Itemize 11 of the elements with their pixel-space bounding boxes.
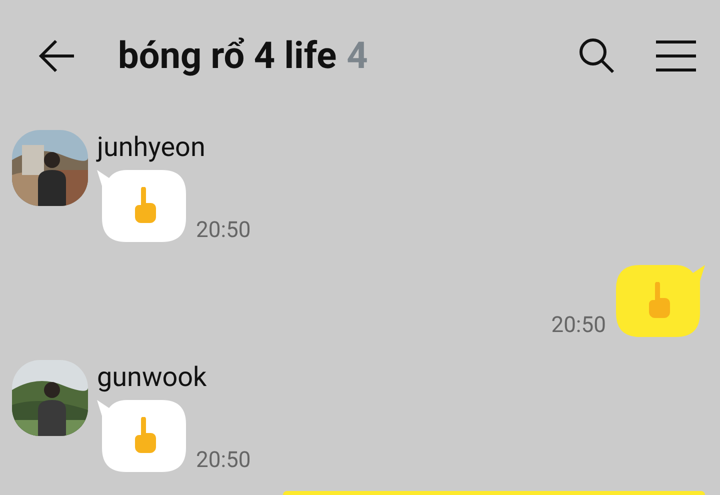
message-time: 20:50 <box>551 313 606 339</box>
menu-button[interactable] <box>656 40 696 72</box>
message-time: 20:50 <box>196 218 251 244</box>
search-button[interactable] <box>578 37 616 75</box>
sender-name: junhyeon <box>97 130 206 164</box>
sender-name: gunwook <box>97 360 208 394</box>
search-icon <box>578 37 616 75</box>
menu-icon <box>656 40 696 72</box>
chat-title: bóng rổ 4 life <box>118 34 337 78</box>
message-time: 20:50 <box>196 448 251 474</box>
member-count: 4 <box>346 34 368 78</box>
